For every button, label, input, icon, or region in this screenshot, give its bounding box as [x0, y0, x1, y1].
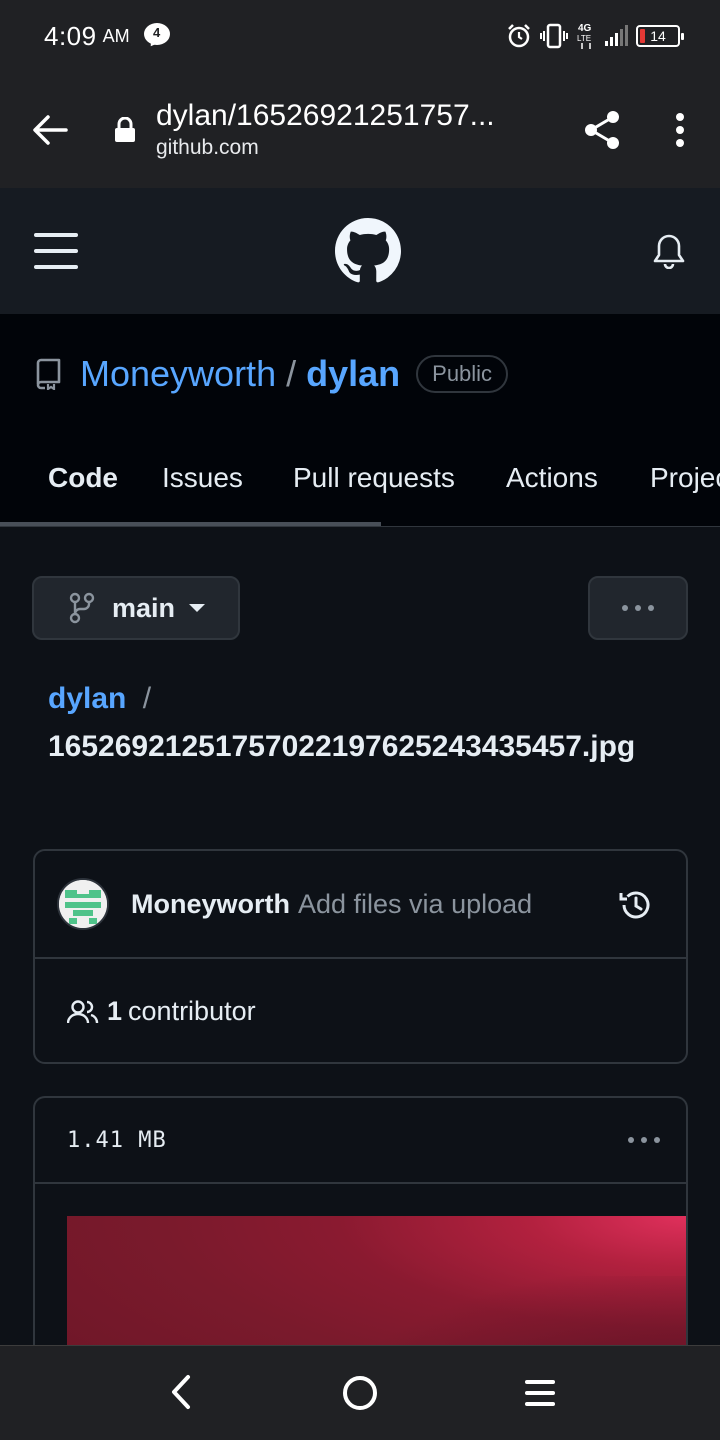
- svg-text:LTE: LTE: [577, 34, 591, 43]
- arrow-left-icon: [33, 115, 68, 145]
- svg-text:4G: 4G: [578, 23, 592, 34]
- network-4g-icon: 4G LTE: [577, 23, 592, 49]
- visibility-badge: Public: [416, 355, 509, 393]
- share-button[interactable]: [582, 110, 622, 150]
- breadcrumb-repo-link[interactable]: dylan: [48, 682, 126, 715]
- commit-author-link[interactable]: Moneyworth: [131, 889, 290, 920]
- more-horizontal-icon: [622, 605, 628, 611]
- file-name: 1652692125175702219762524343545​7.jpg: [48, 730, 636, 763]
- repo-tabs: Code Issues Pull requests Actions Projec…: [0, 454, 720, 526]
- commit-row: Moneyworth Add files via upload: [35, 851, 686, 959]
- repo-separator: /: [286, 353, 297, 394]
- git-branch-icon: [69, 592, 95, 624]
- page-domain: github.com: [156, 136, 259, 159]
- notification-count: 4: [152, 25, 161, 40]
- github-header: [0, 188, 720, 314]
- avatar[interactable]: [57, 878, 109, 930]
- url-area[interactable]: dylan/16526921251757... github.com: [156, 98, 528, 162]
- contributors-row[interactable]: 1 contributor: [35, 959, 686, 1064]
- breadcrumb-separator: /: [142, 682, 152, 715]
- people-icon: [67, 999, 99, 1023]
- browser-toolbar: dylan/16526921251757... github.com: [0, 72, 720, 188]
- file-header: 1.41 MB: [35, 1098, 686, 1184]
- repo-icon: [36, 358, 61, 390]
- repo-owner-link[interactable]: Moneyworth: [80, 353, 276, 395]
- github-logo-icon[interactable]: [335, 218, 401, 284]
- tab-issues[interactable]: Issues: [162, 462, 243, 494]
- system-nav-bar: [0, 1345, 720, 1440]
- file-breadcrumb: dylan / 1652692125175702219762524343545​…: [48, 675, 688, 771]
- alarm-icon: [508, 24, 530, 48]
- repo-title: Moneyworth / dylan Public: [34, 352, 509, 396]
- menu-icon[interactable]: [34, 231, 78, 271]
- battery-icon: 14: [636, 25, 684, 47]
- branch-selector-button[interactable]: main: [32, 576, 240, 640]
- file-more-button[interactable]: [628, 1137, 660, 1143]
- branch-label: main: [112, 592, 176, 623]
- signal-icon: [605, 25, 628, 46]
- tab-actions[interactable]: Actions: [506, 462, 598, 494]
- chevron-down-icon: [189, 604, 206, 612]
- contributor-count: 1: [107, 996, 123, 1026]
- message-notification-icon: 4: [143, 23, 172, 50]
- file-size: 1.41 MB: [67, 1127, 167, 1153]
- status-ampm: AM: [102, 25, 130, 46]
- battery-level: 14: [650, 28, 666, 44]
- image-preview[interactable]: [67, 1216, 686, 1356]
- tab-code[interactable]: Code: [48, 462, 118, 494]
- contributor-label: contributor: [128, 996, 256, 1026]
- file-viewer: 1.41 MB: [33, 1096, 688, 1356]
- back-button[interactable]: [30, 110, 70, 150]
- more-options-button[interactable]: [588, 576, 688, 640]
- share-icon: [585, 111, 619, 149]
- notifications-bell-icon[interactable]: [652, 233, 686, 269]
- tab-pull-requests[interactable]: Pull requests: [293, 462, 455, 494]
- history-icon[interactable]: [618, 887, 654, 923]
- vibrate-icon: [540, 23, 568, 49]
- page-title: dylan/16526921251757...: [156, 99, 495, 132]
- more-vertical-icon: [676, 113, 684, 147]
- main-content: main dylan / 165269212517570221976252434…: [0, 527, 720, 1356]
- nav-recents-icon[interactable]: [525, 1380, 555, 1406]
- commit-message[interactable]: Add files via upload: [298, 889, 532, 920]
- repo-name-link[interactable]: dylan: [306, 353, 400, 395]
- browser-menu-button[interactable]: [670, 110, 690, 150]
- nav-home-icon[interactable]: [343, 1376, 377, 1410]
- repo-header: Moneyworth / dylan Public Code Issues Pu…: [0, 314, 720, 527]
- status-time: 4:09: [44, 20, 97, 51]
- nav-back-icon[interactable]: [166, 1374, 196, 1410]
- status-bar: 4:09 AM 4 4G LTE 14: [0, 0, 720, 72]
- lock-icon[interactable]: [114, 116, 138, 144]
- tab-projects[interactable]: Projects: [650, 462, 720, 494]
- more-horizontal-icon: [628, 1137, 634, 1143]
- latest-commit-box: Moneyworth Add files via upload 1 contri…: [33, 849, 688, 1064]
